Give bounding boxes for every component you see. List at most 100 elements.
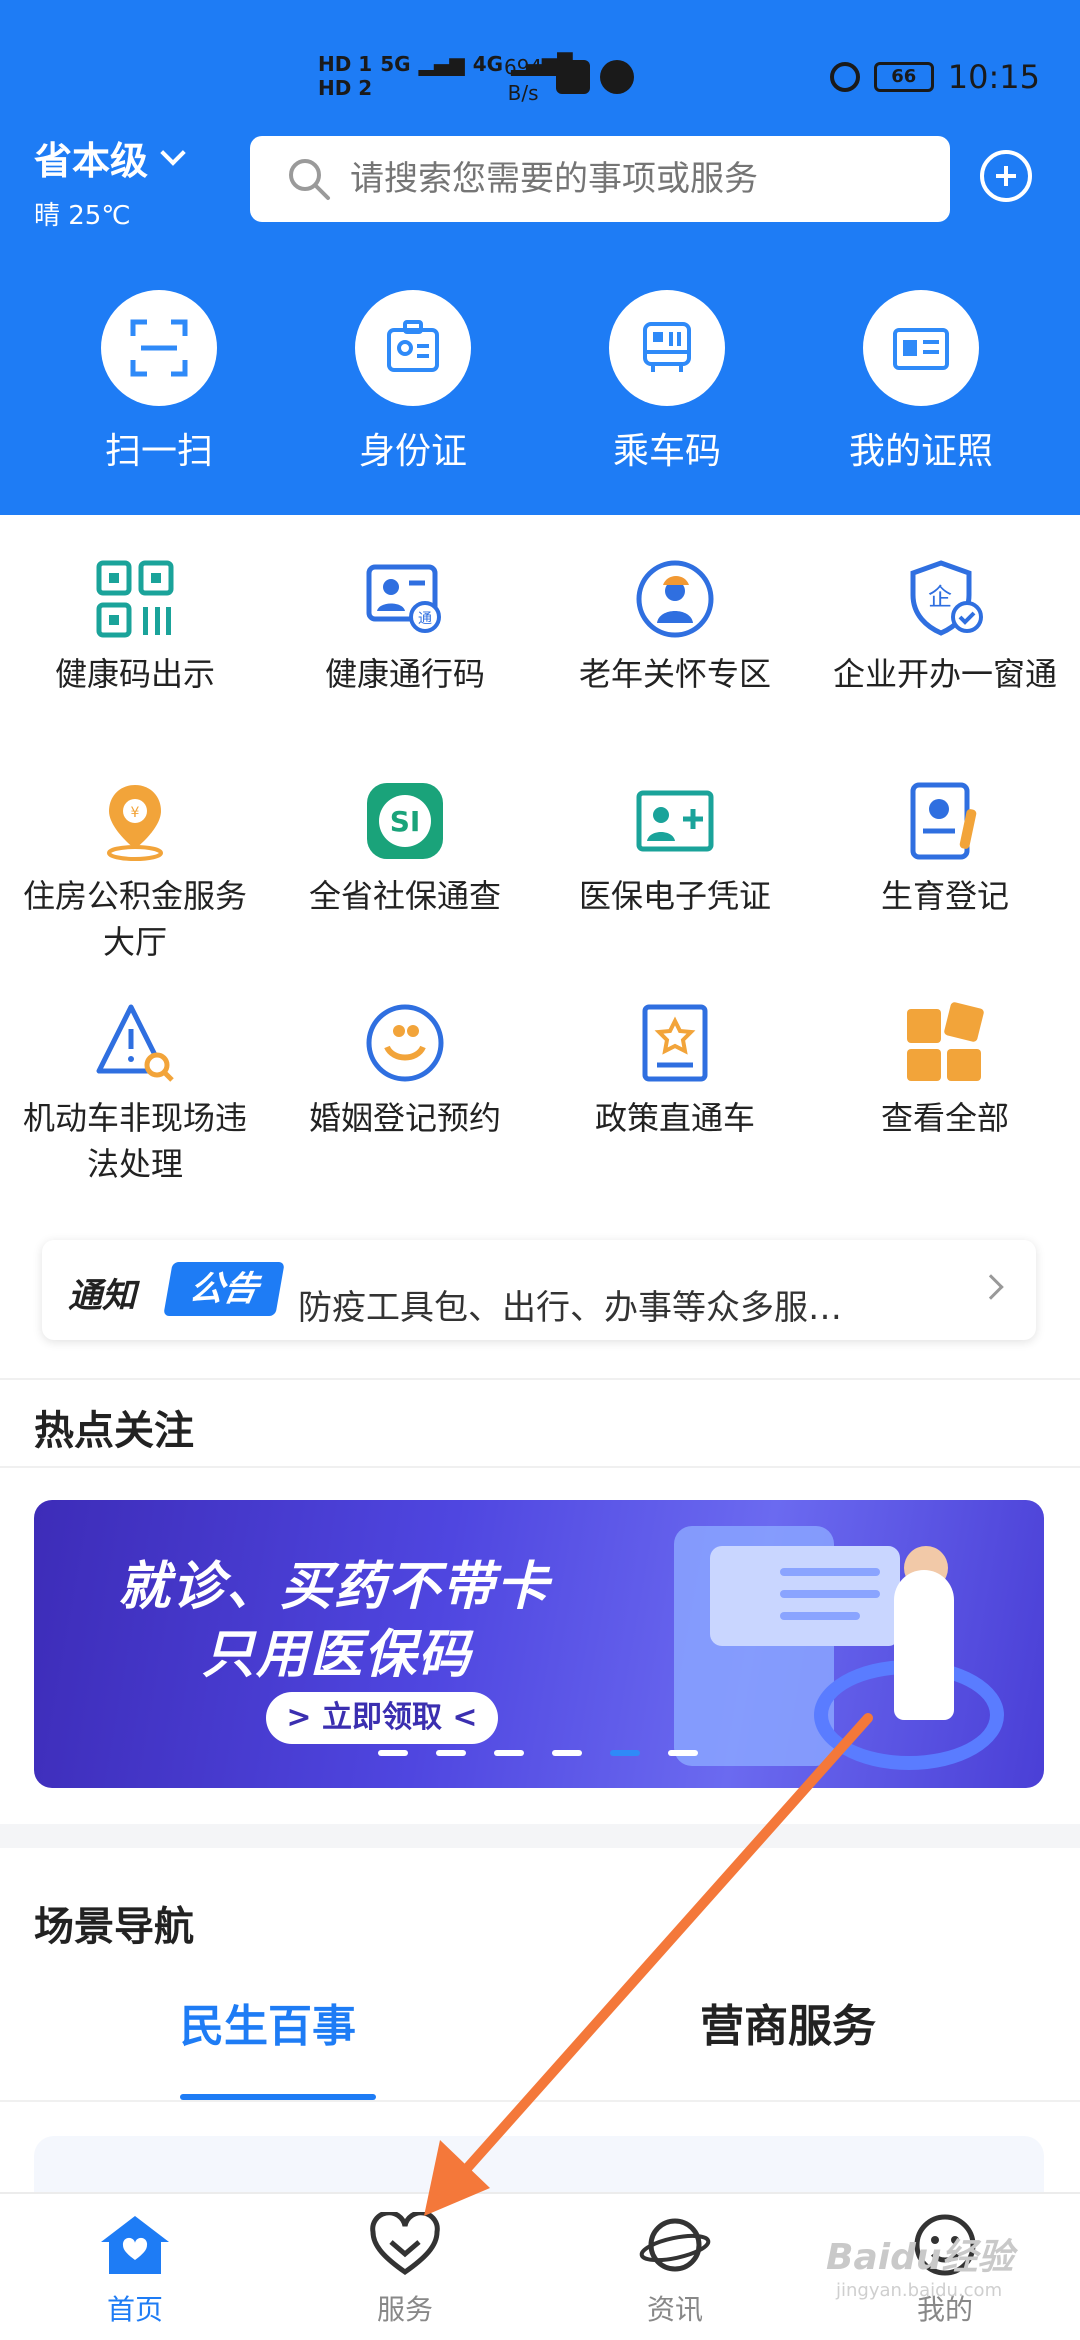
service-label: 生育登记 bbox=[880, 877, 1009, 915]
services-grid: 健康码出示 通 健康通行码 老年关怀专区 企 企业开办一窗通 ¥ 住房公积金服务… bbox=[0, 555, 1080, 1221]
card-illustration bbox=[710, 1546, 900, 1646]
notice-bar[interactable]: 通知 公告 防疫工具包、出行、办事等众多服… bbox=[42, 1240, 1036, 1340]
banner-claim-button[interactable]: > 立即领取 < bbox=[266, 1692, 498, 1744]
net-speed-value: 694 bbox=[504, 55, 543, 79]
carousel-dot[interactable] bbox=[668, 1750, 698, 1756]
search-input[interactable] bbox=[350, 159, 930, 199]
location-label: 省本级 bbox=[34, 139, 149, 183]
notice-badge: 公告 bbox=[163, 1262, 285, 1316]
bus-code-icon bbox=[643, 322, 691, 372]
scene-card bbox=[34, 2136, 1044, 2196]
carousel-indicator bbox=[378, 1750, 698, 1756]
promo-banner[interactable]: 就诊、买药不带卡 只用医保码 > 立即领取 < bbox=[34, 1500, 1044, 1788]
notification-icons bbox=[556, 60, 634, 94]
quick-scan[interactable]: 扫一扫 bbox=[32, 290, 286, 474]
status-right: 66 10:15 bbox=[829, 58, 1040, 96]
signal-bars-icon: ▂▄▆ bbox=[418, 52, 465, 76]
carousel-dot[interactable] bbox=[494, 1750, 524, 1756]
status-bar: HD 1 5G ▂▄▆ 4G ▂▄▆█ HD 2 694 B/s 66 10:15 bbox=[0, 52, 1080, 108]
quick-label: 身份证 bbox=[358, 431, 467, 472]
service-housing-fund[interactable]: ¥ 住房公积金服务大厅 bbox=[0, 777, 270, 999]
app-notification-icon bbox=[556, 60, 590, 94]
service-label: 政策直通车 bbox=[594, 1099, 755, 1137]
nav-label: 服务 bbox=[376, 2293, 433, 2326]
service-label: 健康码出示 bbox=[54, 655, 215, 693]
service-policy[interactable]: 政策直通车 bbox=[540, 999, 810, 1221]
divider bbox=[0, 1466, 1080, 1468]
birth-registration-icon bbox=[910, 782, 977, 860]
weather-text: 晴 25℃ bbox=[34, 201, 131, 231]
tab-business[interactable]: 营商服务 bbox=[700, 1990, 876, 2054]
marriage-icon bbox=[366, 1004, 444, 1082]
service-traffic-violation[interactable]: 机动车非现场违法处理 bbox=[0, 999, 270, 1221]
carousel-dot[interactable] bbox=[610, 1750, 640, 1756]
service-marriage[interactable]: 婚姻登记预约 bbox=[270, 999, 540, 1221]
add-button[interactable] bbox=[980, 150, 1032, 202]
service-label: 婚姻登记预约 bbox=[308, 1099, 501, 1137]
service-label: 查看全部 bbox=[880, 1099, 1009, 1137]
watermark: Baidu经验 bbox=[826, 2237, 1014, 2278]
service-view-all[interactable]: 查看全部 bbox=[810, 999, 1080, 1221]
quick-actions: 扫一扫 身份证 乘车码 我的证照 bbox=[0, 290, 1080, 474]
nav-news[interactable]: 资讯 bbox=[540, 2194, 810, 2340]
notice-tag: 通知 bbox=[68, 1276, 136, 1316]
carousel-dot[interactable] bbox=[436, 1750, 466, 1756]
section-gap bbox=[0, 1824, 1080, 1848]
banner-subheadline: 只用医保码 bbox=[202, 1625, 473, 1685]
service-label: 机动车非现场违法处理 bbox=[22, 1099, 247, 1183]
qr-code-icon bbox=[96, 560, 174, 638]
carousel-dot[interactable] bbox=[552, 1750, 582, 1756]
alarm-icon bbox=[829, 62, 860, 92]
svg-text:通: 通 bbox=[418, 611, 432, 627]
service-enterprise[interactable]: 企 企业开办一窗通 bbox=[810, 555, 1080, 777]
tab-livelihood[interactable]: 民生百事 bbox=[180, 1990, 356, 2054]
home-icon bbox=[101, 2216, 169, 2274]
scene-nav-title: 场景导航 bbox=[34, 1904, 194, 1950]
signal2-label: 4G bbox=[472, 52, 504, 76]
quick-label: 扫一扫 bbox=[104, 431, 213, 472]
scan-icon bbox=[130, 319, 188, 377]
svg-text:¥: ¥ bbox=[131, 805, 140, 821]
housing-fund-icon: ¥ bbox=[107, 785, 163, 861]
quick-bus-code[interactable]: 乘车码 bbox=[540, 290, 794, 474]
banner-headline: 就诊、买药不带卡 bbox=[118, 1557, 551, 1617]
quick-id-card[interactable]: 身份证 bbox=[286, 290, 540, 474]
watermark-url: jingyan.baidu.com bbox=[836, 2280, 1003, 2301]
search-bar[interactable] bbox=[250, 136, 950, 222]
svg-text:企: 企 bbox=[928, 583, 952, 611]
nav-label: 资讯 bbox=[646, 2293, 703, 2326]
license-icon bbox=[893, 328, 949, 370]
service-medical-insurance[interactable]: 医保电子凭证 bbox=[540, 777, 810, 999]
elderly-care-icon bbox=[636, 560, 714, 638]
browser-notification-icon bbox=[600, 60, 634, 94]
traffic-violation-icon bbox=[96, 1004, 174, 1082]
net-speed-unit: B/s bbox=[507, 81, 539, 105]
nav-home[interactable]: 首页 bbox=[0, 2194, 270, 2340]
service-label: 企业开办一窗通 bbox=[832, 655, 1057, 693]
heart-icon bbox=[370, 2210, 440, 2276]
battery-icon: 66 bbox=[873, 62, 934, 92]
medical-insurance-icon bbox=[636, 790, 714, 852]
nav-services[interactable]: 服务 bbox=[270, 2194, 540, 2340]
quick-license[interactable]: 我的证照 bbox=[794, 290, 1048, 474]
sim2-label: HD 2 bbox=[318, 76, 373, 100]
service-label: 全省社保通查 bbox=[308, 877, 501, 915]
net-speed: 694 B/s bbox=[504, 54, 542, 106]
service-health-code[interactable]: 健康码出示 bbox=[0, 555, 270, 777]
service-birth-registration[interactable]: 生育登记 bbox=[810, 777, 1080, 999]
service-label: 医保电子凭证 bbox=[578, 877, 771, 915]
scene-tabs: 民生百事 营商服务 bbox=[0, 1990, 1080, 2106]
sim1-label: HD 1 bbox=[318, 52, 373, 76]
enterprise-shield-icon: 企 bbox=[910, 560, 983, 636]
nav-label: 首页 bbox=[106, 2293, 163, 2326]
hot-topics-title: 热点关注 bbox=[34, 1408, 194, 1454]
service-social-security[interactable]: SI 全省社保通查 bbox=[270, 777, 540, 999]
service-health-pass[interactable]: 通 健康通行码 bbox=[270, 555, 540, 777]
quick-label: 乘车码 bbox=[612, 431, 721, 472]
service-elderly-care[interactable]: 老年关怀专区 bbox=[540, 555, 810, 777]
carousel-dot[interactable] bbox=[378, 1750, 408, 1756]
planet-icon bbox=[639, 2218, 711, 2272]
notice-text: 防疫工具包、出行、办事等众多服… bbox=[298, 1288, 842, 1328]
location-selector[interactable]: 省本级 晴 25℃ bbox=[34, 130, 186, 232]
doctor-illustration bbox=[894, 1570, 954, 1720]
